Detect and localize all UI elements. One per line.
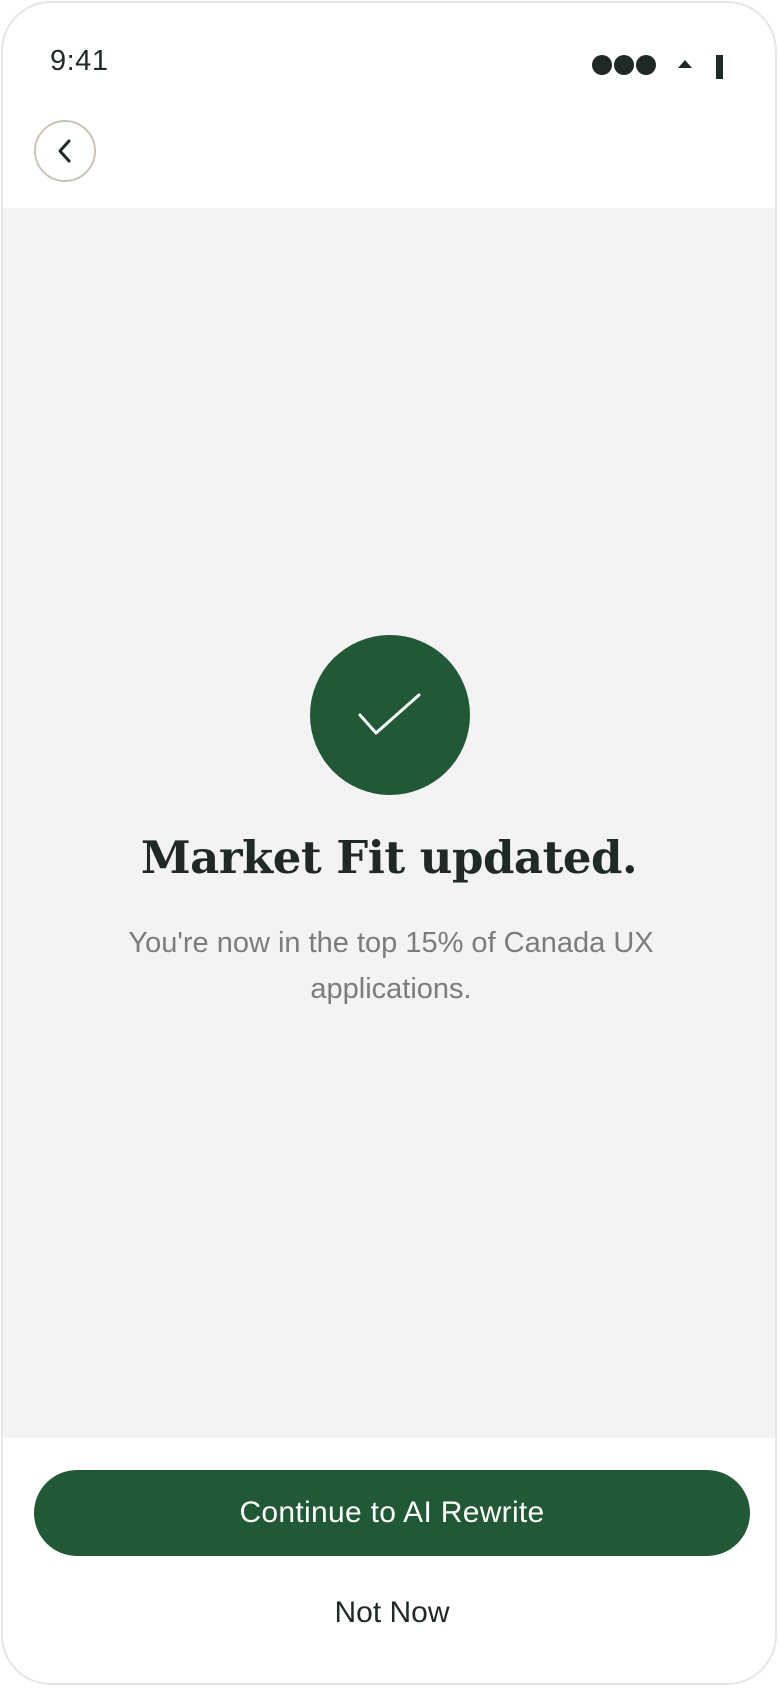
checkmark-icon	[358, 693, 421, 735]
success-badge	[310, 635, 470, 795]
success-panel: Market Fit updated. You're now in the to…	[3, 208, 775, 1438]
wifi-icon	[678, 60, 692, 68]
success-message: You're now in the top 15% of Canada UX a…	[128, 927, 654, 1005]
signal-dot-icon	[614, 55, 634, 75]
back-button[interactable]	[34, 120, 96, 182]
phone-frame: 9:41 Market Fit updated. You're now in t…	[1, 1, 777, 1685]
not-now-button[interactable]: Not Now	[243, 1588, 541, 1638]
page-title: Market Fit updated.	[140, 831, 638, 884]
chevron-left-icon	[58, 139, 71, 163]
continue-to-ai-rewrite-button[interactable]: Continue to AI Rewrite	[34, 1470, 750, 1556]
action-footer: Continue to AI Rewrite Not Now	[3, 1438, 775, 1683]
battery-icon	[716, 55, 723, 79]
signal-dot-icon	[592, 55, 612, 75]
status-icons	[592, 51, 723, 79]
status-time: 9:41	[50, 45, 109, 77]
status-bar: 9:41	[3, 3, 775, 113]
signal-dot-icon	[636, 55, 656, 75]
